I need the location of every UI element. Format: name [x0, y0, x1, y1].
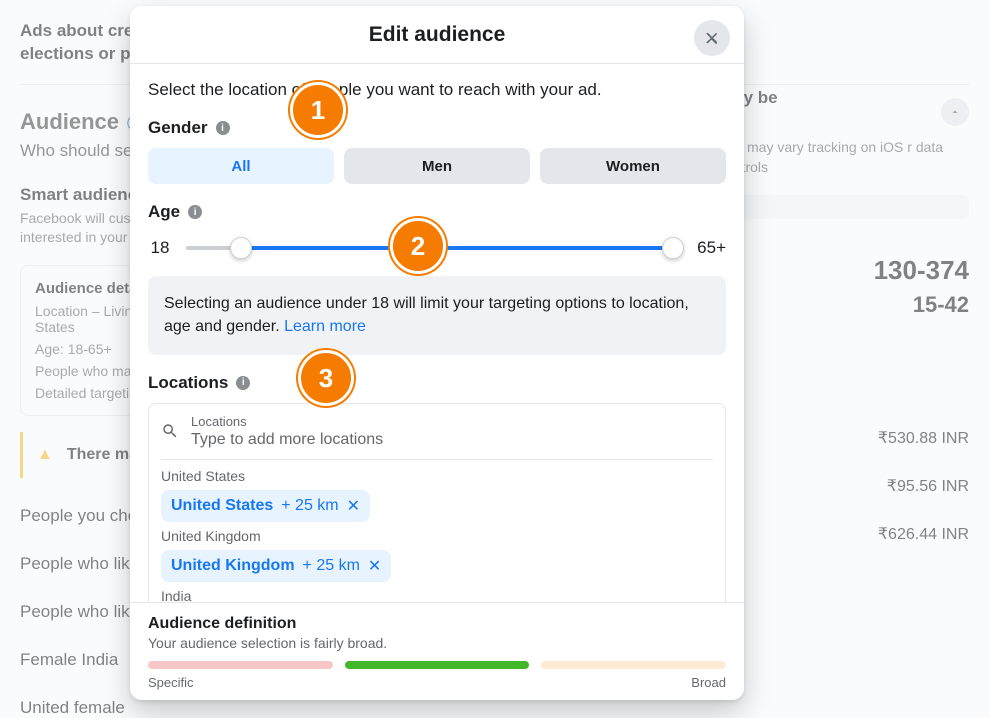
location-input[interactable]: [191, 431, 713, 449]
remove-icon[interactable]: ✕: [347, 496, 360, 516]
right-column: may be rted may vary tracking on iOS r d…: [719, 88, 969, 544]
age-label: Age i: [148, 202, 726, 222]
broad-label: Broad: [691, 675, 726, 690]
search-icon: [161, 422, 179, 440]
age-note-text: Selecting an audience under 18 will limi…: [164, 295, 689, 335]
bar-seg-broad: [541, 661, 726, 669]
chip-distance: + 25 km: [303, 557, 360, 575]
price-2: ₹95.56 INR: [719, 476, 969, 496]
age-slider[interactable]: [186, 238, 683, 258]
learn-more-link[interactable]: Learn more: [284, 318, 366, 335]
modal-header: Edit audience: [130, 6, 744, 64]
info-icon: i: [236, 376, 250, 390]
close-button[interactable]: [694, 20, 730, 56]
reach-estimate-1: 130-374: [719, 255, 969, 286]
locations-box: Locations United States United States + …: [148, 403, 726, 602]
age-min-value: 18: [148, 238, 172, 258]
gender-women-button[interactable]: Women: [540, 148, 726, 184]
location-search: Locations: [161, 414, 713, 460]
modal-body: Select the location of people you want t…: [130, 64, 744, 602]
slider-handle-min[interactable]: [230, 237, 252, 259]
age-slider-row: 18 65+: [148, 238, 726, 258]
info-icon: i: [216, 121, 230, 135]
price-3: ₹626.44 INR: [719, 524, 969, 544]
placeholder-bar: [719, 195, 969, 219]
location-mini-label: Locations: [191, 414, 713, 429]
edit-audience-modal: Edit audience Select the location of peo…: [130, 6, 744, 700]
location-country-label: India: [161, 588, 713, 602]
tracking-note: rted may vary tracking on iOS r data con…: [719, 138, 969, 177]
audience-definition-bar: [148, 661, 726, 669]
remove-icon[interactable]: ✕: [368, 556, 381, 576]
specific-label: Specific: [148, 675, 194, 690]
info-icon: i: [188, 205, 202, 219]
slider-handle-max[interactable]: [662, 237, 684, 259]
gender-all-button[interactable]: All: [148, 148, 334, 184]
audience-definition-heading: Audience definition: [148, 615, 726, 633]
location-chip-us[interactable]: United States + 25 km ✕: [161, 490, 370, 522]
age-max-value: 65+: [697, 238, 726, 258]
locations-label: Locations i: [148, 373, 726, 393]
chip-text: United Kingdom: [171, 557, 295, 575]
location-country-label: United Kingdom: [161, 528, 713, 544]
modal-footer: Audience definition Your audience select…: [130, 602, 744, 700]
bar-seg-specific: [148, 661, 333, 669]
modal-title: Edit audience: [369, 23, 506, 47]
bar-seg-mid: [345, 661, 530, 669]
gender-label: Gender i: [148, 118, 726, 138]
close-icon: [703, 29, 721, 47]
link-row: United female: [20, 698, 969, 718]
maybe-text: may be: [719, 88, 969, 108]
age-note: Selecting an audience under 18 will limi…: [148, 276, 726, 354]
chevron-up-icon: [941, 98, 969, 126]
chip-text: United States: [171, 497, 273, 515]
audience-definition-sub: Your audience selection is fairly broad.: [148, 635, 726, 651]
price-1: ₹530.88 INR: [719, 428, 969, 448]
chip-distance: + 25 km: [281, 497, 338, 515]
location-chip-uk[interactable]: United Kingdom + 25 km ✕: [161, 550, 391, 582]
warning-icon: ▲: [37, 446, 53, 464]
gender-segmented: All Men Women: [148, 148, 726, 184]
location-country-label: United States: [161, 468, 713, 484]
definition-labels: Specific Broad: [148, 675, 726, 690]
reach-estimate-2: 15-42: [719, 292, 969, 318]
slider-fill: [241, 246, 674, 250]
gender-men-button[interactable]: Men: [344, 148, 530, 184]
instruction-text: Select the location of people you want t…: [148, 80, 726, 100]
